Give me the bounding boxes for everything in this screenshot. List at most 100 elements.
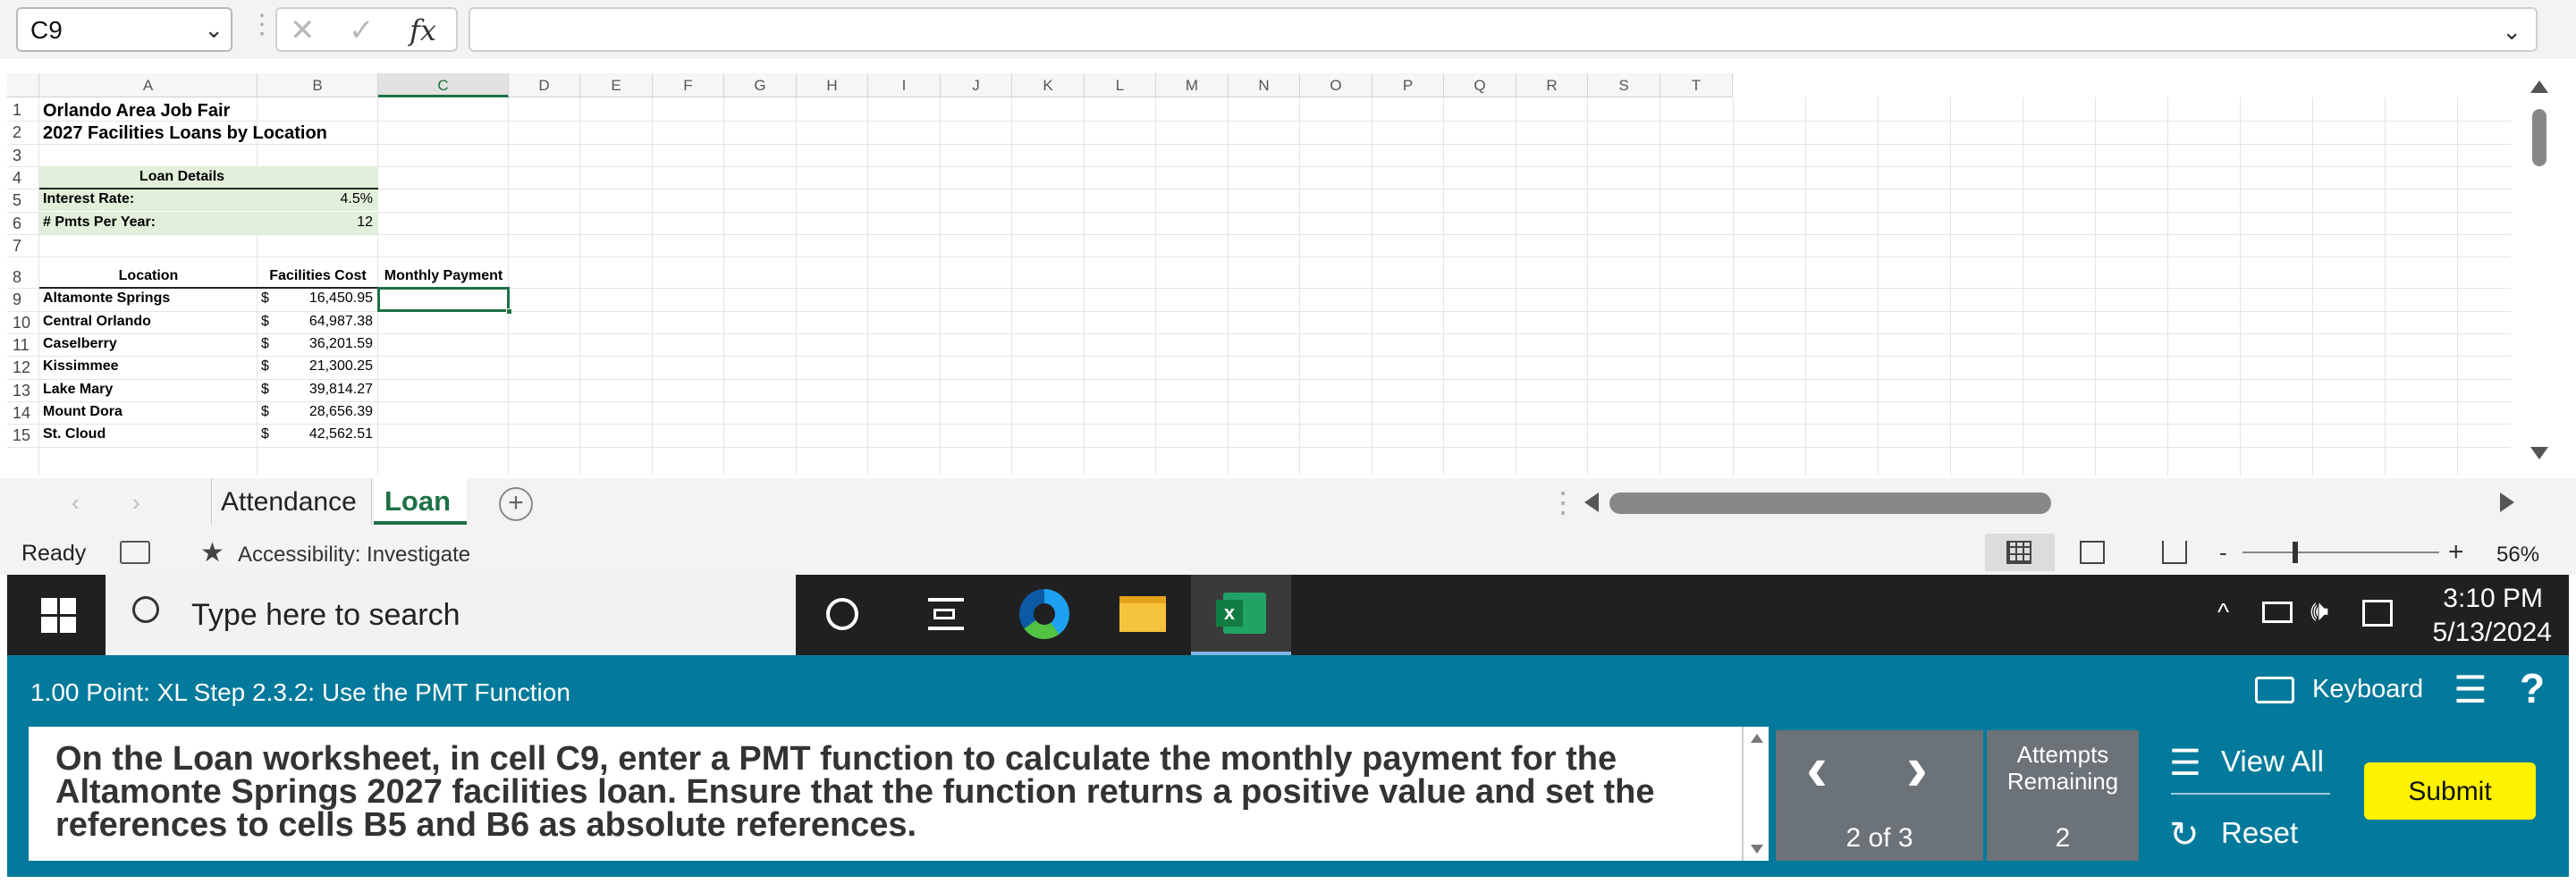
edge-browser-icon[interactable] (1019, 589, 1069, 639)
facilities-cost[interactable]: 28,656.39 (258, 404, 373, 420)
scroll-up-icon[interactable] (2530, 80, 2548, 93)
column-header-e[interactable]: E (580, 73, 653, 97)
column-header-m[interactable]: M (1156, 73, 1229, 97)
row-header-14[interactable]: 14 (7, 404, 39, 423)
view-all-icon[interactable]: ☰ (2169, 743, 2201, 784)
column-header-q[interactable]: Q (1444, 73, 1516, 97)
row-header-15[interactable]: 15 (7, 426, 39, 445)
row-header-2[interactable]: 2 (7, 123, 39, 142)
row-header-9[interactable]: 9 (7, 290, 39, 309)
file-explorer-icon[interactable] (1119, 596, 1166, 632)
scroll-thumb[interactable] (2532, 109, 2546, 166)
location-name[interactable]: Caselberry (43, 336, 117, 352)
cell-a1[interactable]: Orlando Area Job Fair (43, 101, 230, 122)
location-name[interactable]: St. Cloud (43, 426, 106, 442)
instruction-scrollbar[interactable] (1742, 727, 1769, 861)
row-header-1[interactable]: 1 (7, 101, 39, 120)
column-header-b[interactable]: B (258, 73, 378, 97)
prev-sheet-icon[interactable]: ‹ (72, 489, 80, 517)
instruction-scroll-down-icon[interactable] (1751, 845, 1763, 854)
normal-view-icon[interactable] (1985, 534, 2055, 571)
row-header-12[interactable]: 12 (7, 358, 39, 377)
column-header-n[interactable]: N (1229, 73, 1300, 97)
location-name[interactable]: Kissimmee (43, 358, 119, 375)
column-header-p[interactable]: P (1372, 73, 1444, 97)
worksheet-grid[interactable]: ABCDEFGHIJKLMNOPQRST 1 2 3 4 5 6 7 8 9 10 11 12 13 14… (7, 73, 2511, 476)
network-icon[interactable] (2262, 602, 2293, 623)
excel-taskbar-icon[interactable]: x (1191, 575, 1291, 655)
add-sheet-icon[interactable]: + (499, 487, 533, 521)
notification-icon[interactable] (2362, 600, 2393, 627)
page-break-icon[interactable] (2162, 541, 2187, 564)
cortana-icon[interactable] (826, 598, 858, 630)
prev-question-icon[interactable]: ‹ (1806, 732, 1828, 805)
column-header-k[interactable]: K (1012, 73, 1085, 97)
column-header-t[interactable]: T (1660, 73, 1733, 97)
formula-input[interactable]: ⌄ (469, 7, 2538, 52)
column-header-s[interactable]: S (1588, 73, 1660, 97)
row-header-7[interactable]: 7 (7, 237, 39, 256)
scroll-down-icon[interactable] (2530, 447, 2548, 459)
horizontal-scroll-thumb[interactable] (1609, 493, 2051, 514)
name-box[interactable]: C9 ⌄ (16, 7, 232, 52)
insert-function-icon[interactable]: fx (410, 13, 436, 47)
row-header-5[interactable]: 5 (7, 191, 39, 210)
accessibility-status[interactable]: Accessibility: Investigate (238, 543, 470, 568)
clock-date[interactable]: 5/13/2024 (2421, 618, 2552, 648)
scroll-right-icon[interactable] (2500, 493, 2514, 512)
selected-cell-c9[interactable] (377, 287, 510, 312)
reset-icon[interactable]: ↻ (2169, 814, 2200, 855)
submit-button[interactable]: Submit (2364, 762, 2536, 820)
cell-b6[interactable]: 12 (258, 215, 373, 231)
start-windows-icon[interactable] (41, 598, 77, 634)
enter-check-icon[interactable]: ✓ (349, 13, 375, 48)
view-all-button[interactable]: View All (2221, 745, 2324, 779)
cell-a8[interactable]: Location (39, 268, 258, 284)
cell-c8[interactable]: Monthly Payment (378, 268, 509, 284)
column-header-g[interactable]: G (724, 73, 797, 97)
zoom-out-button[interactable]: - (2219, 539, 2227, 567)
row-header-6[interactable]: 6 (7, 215, 39, 233)
chevron-down-icon[interactable]: ⌄ (204, 16, 224, 44)
zoom-slider-thumb[interactable] (2293, 542, 2298, 563)
cell-b8[interactable]: Facilities Cost (258, 268, 378, 284)
cell-a2[interactable]: 2027 Facilities Loans by Location (43, 123, 327, 144)
row-header-13[interactable]: 13 (7, 382, 39, 400)
tab-loan[interactable]: Loan (374, 478, 467, 525)
reset-button[interactable]: Reset (2221, 816, 2298, 850)
row-header-3[interactable]: 3 (7, 147, 39, 165)
next-sheet-icon[interactable]: › (132, 489, 140, 517)
cancel-icon[interactable]: ✕ (290, 13, 316, 48)
column-header-o[interactable]: O (1300, 73, 1372, 97)
zoom-slider[interactable] (2242, 542, 2439, 563)
splitter-dots-icon[interactable]: ⋮ (1549, 485, 1577, 519)
help-icon[interactable]: ? (2520, 664, 2545, 712)
show-hidden-icons[interactable]: ^ (2217, 598, 2229, 627)
keyboard-icon[interactable] (2255, 677, 2294, 703)
location-name[interactable]: Altamonte Springs (43, 290, 170, 307)
volume-icon[interactable]: 🕪 (2310, 594, 2328, 628)
zoom-level[interactable]: 56% (2496, 543, 2539, 568)
accessibility-icon[interactable]: ★ (200, 537, 224, 568)
location-name[interactable]: Lake Mary (43, 382, 113, 398)
cell-b5[interactable]: 4.5% (258, 191, 373, 207)
vertical-scrollbar[interactable] (2527, 80, 2552, 474)
column-header-j[interactable]: J (941, 73, 1012, 97)
row-header-10[interactable]: 10 (7, 314, 39, 333)
facilities-cost[interactable]: 36,201.59 (258, 336, 373, 352)
next-question-icon[interactable]: › (1906, 732, 1928, 805)
column-header-l[interactable]: L (1085, 73, 1156, 97)
column-header-d[interactable]: D (509, 73, 580, 97)
row-header-11[interactable]: 11 (7, 336, 39, 355)
facilities-cost[interactable]: 39,814.27 (258, 382, 373, 398)
location-name[interactable]: Mount Dora (43, 404, 122, 420)
column-header-h[interactable]: H (797, 73, 868, 97)
tab-attendance[interactable]: Attendance (211, 478, 372, 525)
facilities-cost[interactable]: 42,562.51 (258, 426, 373, 442)
keyboard-label[interactable]: Keyboard (2312, 675, 2423, 704)
column-header-a[interactable]: A (39, 73, 258, 97)
column-header-r[interactable]: R (1516, 73, 1588, 97)
row-header-8[interactable]: 8 (7, 268, 39, 287)
expand-formula-icon[interactable]: ⌄ (2502, 18, 2521, 46)
select-all-corner[interactable] (7, 73, 39, 97)
